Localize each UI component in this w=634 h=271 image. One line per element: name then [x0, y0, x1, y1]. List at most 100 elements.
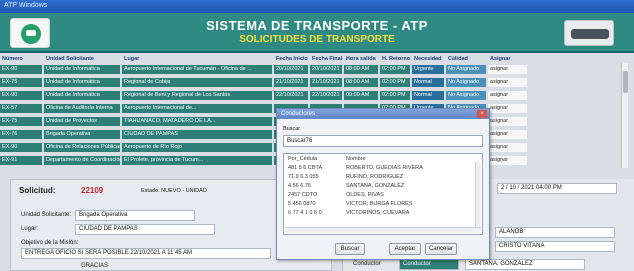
table-cell: Unidad de Informática [44, 65, 121, 74]
table-cell: El Prolete, provincia de Tucum... [122, 156, 273, 165]
table-cell: 02:00 PM [380, 78, 411, 87]
driver-name: RUFINO, RODRIGUEZ [346, 174, 404, 180]
assignment-field-1[interactable]: ALANOB [495, 227, 615, 238]
conductores-dialog: Conductores × Buscar Buscar76 Por_Cédula… [276, 108, 490, 260]
table-cell: Unidad de Informática [44, 78, 121, 87]
table-cell[interactable]: asignar [488, 156, 528, 165]
column-header: Fecha Inicio [276, 56, 308, 62]
accept-button[interactable]: Aceptar [389, 243, 421, 255]
table-cell: 22/10/2021 [274, 91, 309, 100]
table-cell: Regional de Beni y Regional de Los Santo… [122, 91, 273, 100]
driver-id: 71.9 6.3 055 [288, 174, 319, 180]
table-cell[interactable]: asignar [488, 130, 528, 139]
assignment-field-2[interactable]: CRISTO VITANA [495, 241, 615, 252]
driver-name: OLDES, RIVAS [346, 192, 384, 198]
datetime-field[interactable]: 2 / 10 / 2021 04:00 PM [497, 183, 617, 194]
list-vscrollbar[interactable] [475, 162, 481, 228]
driver-name: SANTANA, GONZALEZ [346, 183, 405, 189]
table-cell[interactable]: asignar [488, 65, 528, 74]
solicitud-state: Estado: NUEVO - UNIDAD [141, 188, 207, 194]
table-cell: Oficina de Auditoría Interna [44, 104, 121, 113]
window-titlebar: ATP Windows [0, 0, 634, 13]
solicitud-label: Solicitud: [19, 186, 56, 195]
table-cell: Oficina de Relaciones Públicas [44, 143, 121, 152]
table-cell: Brigada Operativa [44, 130, 121, 139]
table-cell: 08:00 AM [344, 78, 379, 87]
table-cell[interactable]: asignar [488, 143, 528, 152]
list-item[interactable]: 71.9 6.3 055 RUFINO, RODRIGUEZ [288, 173, 468, 181]
list-header-cedula: Por_Cédula [288, 156, 318, 162]
table-cell: Normal [412, 78, 445, 87]
table-cell: EX-76 [0, 130, 43, 139]
column-header: H. Retorno [382, 56, 411, 62]
table-cell: Departamento de Coordinación Regional [44, 156, 121, 165]
unidad-field[interactable]: Brigada Operativa [75, 210, 195, 221]
driver-name: VICTORINOS, CUEVARA [346, 210, 410, 216]
close-icon[interactable]: × [477, 110, 487, 118]
driver-name: ROBERTO, GUEDIAS RIVERA [346, 165, 423, 171]
list-item[interactable]: 2457 CDTO OLDES, RIVAS [288, 191, 468, 199]
list-item[interactable]: 481 5 6 CBTA ROBERTO, GUEDIAS RIVERA [288, 164, 468, 172]
table-cell[interactable]: asignar [488, 78, 528, 87]
list-header-nombre: Nombre [346, 156, 366, 162]
table-cell: 09:00 AM [344, 91, 379, 100]
objetivo-extra: GRACIAS [81, 263, 109, 269]
objetivo-field[interactable]: ENTREGA OFICIO SI SERÁ POSIBLE 22/10/202… [21, 248, 271, 259]
table-cell: 21/10/2021 [310, 78, 343, 87]
column-header: Necesidad [414, 56, 442, 62]
conductor-label: Conductor [353, 261, 381, 267]
dialog-search-label: Buscar [283, 126, 301, 132]
grid-scrollbar[interactable] [621, 63, 628, 168]
table-cell: 02:00 PM [380, 65, 411, 74]
column-header: Unidad Solicitante [46, 56, 94, 62]
header-subtitle: SOLICITUDES DE TRANSPORTE [239, 34, 395, 45]
table-cell: EX-57 [0, 104, 43, 113]
grid-scrollbar-thumb[interactable] [623, 71, 628, 93]
table-cell: Normal [412, 91, 445, 100]
list-item[interactable]: 6 77 4 1 0 6 0 VICTORINOS, CUEVARA [288, 209, 468, 217]
table-cell: 08:00 AM [344, 65, 379, 74]
grid-header: Número Unidad Solicitante Lugar Fecha Inici… [0, 55, 620, 64]
solicitud-number: 22109 [81, 186, 104, 195]
dialog-titlebar: Conductores × [277, 109, 489, 119]
table-cell: Regional de Cobija [122, 78, 273, 87]
table-cell: Unidad de Proyectos [44, 117, 121, 126]
table-cell: CIUDAD DE PAMPAS [122, 130, 273, 139]
column-header: Hora salida [346, 56, 376, 62]
window-title: ATP Windows [4, 2, 48, 9]
table-cell: Aeropuerto Internacional de... [122, 104, 273, 113]
dialog-title: Conductores [281, 111, 316, 117]
table-cell: 02:00 PM [380, 91, 411, 100]
table-cell[interactable]: asignar [488, 91, 528, 100]
driver-id: 481 5 6 CBTA [288, 165, 323, 171]
column-header: Calidad [448, 56, 468, 62]
table-cell: TIAHUANACO, MATADERO DE LA... [122, 117, 273, 126]
search-button[interactable]: Buscar [335, 243, 365, 255]
conductor-button[interactable]: Conductor [399, 259, 459, 270]
table-cell: EX-91 [0, 156, 43, 165]
table-cell: EX-90 [0, 143, 43, 152]
list-item[interactable]: 5 456 0870 VICTOR, BURGA FLORES [288, 200, 468, 208]
driver-id: 2457 CDTO [288, 192, 318, 198]
bus-icon [564, 20, 614, 46]
table-cell: 20/10/2021 [274, 65, 309, 74]
dialog-search-input[interactable]: Buscar76 [283, 135, 483, 147]
list-hscrollbar[interactable] [285, 227, 481, 233]
table-row[interactable]: EX-75 Unidad de Informática Regional de Co… [0, 78, 620, 87]
lugar-field[interactable]: CIUDAD DE PAMPAS [75, 224, 215, 235]
table-row[interactable]: EX-90 Unidad de Informática Regional de Be… [0, 91, 620, 100]
table-cell: 22/10/2021 [310, 91, 343, 100]
table-cell[interactable]: asignar [488, 104, 528, 113]
unidad-label: Unidad Solicitante: [21, 212, 72, 218]
table-row[interactable]: EX-90 Unidad de Informática Aeropuerto Int… [0, 65, 620, 74]
table-cell: Urgente [412, 65, 445, 74]
list-item[interactable]: 4.56 6.76 SANTANA, GONZALEZ [288, 182, 468, 190]
table-cell: EX-90 [0, 91, 43, 100]
table-cell: EX-90 [0, 65, 43, 74]
table-cell: EX-75 [0, 117, 43, 126]
conductor-field[interactable]: SANTANA, GONZALEZ [465, 259, 585, 270]
table-cell[interactable]: asignar [488, 117, 528, 126]
cancel-button[interactable]: Cancelar [425, 243, 457, 255]
column-header: Número [2, 56, 23, 62]
drivers-list[interactable]: Por_Cédula Nombre 481 5 6 CBTA ROBERTO, G… [283, 153, 483, 235]
